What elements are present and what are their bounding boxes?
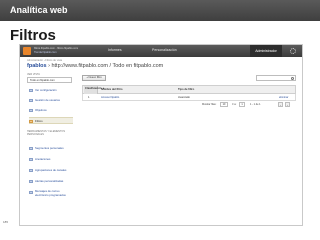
users-icon bbox=[29, 99, 33, 102]
rows-per-page-label: Mostrar filas: bbox=[202, 103, 217, 106]
row-rank: 1 bbox=[88, 96, 90, 99]
goto-input[interactable]: 1 bbox=[239, 102, 245, 107]
channels-icon bbox=[29, 169, 33, 172]
goal-flag-icon bbox=[29, 109, 33, 112]
search-icon bbox=[291, 76, 294, 80]
sidebar-section-view: Ver vista bbox=[27, 73, 40, 76]
sidebar-item-user-management[interactable]: Gestión de usuarios bbox=[29, 97, 73, 104]
annotation-icon bbox=[29, 158, 33, 161]
prev-page-icon[interactable]: ‹ bbox=[278, 102, 283, 107]
row-filter-type: Avanzado bbox=[178, 96, 190, 99]
page-range: 1 - 1 de 1 bbox=[250, 103, 261, 106]
sidebar-item-label: Filtros bbox=[35, 119, 43, 123]
analytics-screenshot: filtros.fitpablo.com - filtros.fitpablo.… bbox=[19, 44, 303, 226]
row-filter-name-link[interactable]: Acceso fitpablo bbox=[101, 96, 119, 99]
goto-label: Ir a: bbox=[232, 103, 237, 106]
filters-panel: + Nuevo filtro Clasificación ▲ Nombre de… bbox=[80, 75, 298, 225]
view-select[interactable]: Todo en fitpablo.com bbox=[27, 77, 72, 83]
new-filter-button[interactable]: + Nuevo filtro bbox=[82, 75, 106, 81]
settings-icon bbox=[29, 89, 33, 92]
sidebar-item-label: Alertas personalizadas bbox=[35, 179, 64, 183]
table-row: 1 Acceso fitpablo Avanzado eliminar bbox=[82, 94, 296, 101]
top-nav-bar: filtros.fitpablo.com - filtros.fitpablo.… bbox=[20, 45, 302, 57]
slide-number: 185 bbox=[3, 220, 9, 224]
sidebar-item-label: Segmentos personales bbox=[35, 146, 64, 150]
alert-icon bbox=[29, 180, 33, 183]
sidebar-item-label: Gestión de usuarios bbox=[35, 98, 60, 102]
sidebar-item-label: Mensajes de correo electrónico programad… bbox=[35, 189, 66, 197]
rows-per-page-select[interactable]: 10 bbox=[220, 102, 228, 107]
nav-admin[interactable]: Administrador bbox=[250, 45, 282, 57]
page-title-view: › http://www.fitpablo.com / Todo en fitp… bbox=[46, 63, 164, 69]
next-page-icon[interactable]: › bbox=[285, 102, 290, 107]
sidebar-item-custom-alerts[interactable]: Alertas personalizadas bbox=[29, 178, 73, 185]
sidebar-item-view-settings[interactable]: Ver configuración bbox=[29, 87, 73, 94]
sidebar-item-segments[interactable]: Segmentos personales bbox=[29, 145, 73, 152]
filter-icon bbox=[29, 120, 33, 123]
sidebar-item-label: Objetivos bbox=[35, 108, 47, 112]
pagination: Mostrar filas: 10 Ir a: 1 1 - 1 de 1 ‹ › bbox=[82, 102, 296, 108]
slide-header-title: Analítica web bbox=[10, 5, 68, 15]
nav-customization[interactable]: Personalización bbox=[152, 48, 177, 52]
page-title-account: fpablos bbox=[27, 63, 47, 69]
gear-icon[interactable] bbox=[290, 48, 296, 54]
account-selector[interactable]: filtros.fitpablo.com - filtros.fitpablo.… bbox=[34, 47, 78, 50]
sidebar-item-label: Ver configuración bbox=[35, 88, 57, 92]
sidebar-item-label: Agrupaciones de canales bbox=[35, 168, 67, 172]
sidebar-item-annotations[interactable]: Anotaciones bbox=[29, 156, 73, 163]
page-title: fpablos › http://www.fitpablo.com / Todo… bbox=[27, 63, 163, 69]
analytics-logo-icon bbox=[23, 47, 31, 55]
column-filter-type[interactable]: Tipo de filtro bbox=[178, 88, 194, 91]
row-delete-link[interactable]: eliminar bbox=[279, 96, 288, 99]
segments-icon bbox=[29, 147, 33, 150]
column-filter-name[interactable]: Nombre del filtro bbox=[101, 88, 123, 91]
sidebar-item-scheduled-emails[interactable]: Mensajes de correo electrónico programad… bbox=[29, 189, 73, 198]
breadcrumb: Administrador › Filtros de vista bbox=[27, 59, 63, 62]
sidebar-item-channel-groupings[interactable]: Agrupaciones de canales bbox=[29, 167, 73, 174]
slide-header-bar: Analítica web bbox=[0, 0, 320, 21]
nav-reporting[interactable]: Informes bbox=[108, 48, 122, 52]
slide-heading: Filtros bbox=[10, 27, 56, 44]
email-icon bbox=[29, 191, 33, 194]
table-header: Clasificación ▲ Nombre del filtro Tipo d… bbox=[82, 85, 296, 95]
sidebar-section-personal: Herramientas y elementos personales bbox=[27, 130, 66, 136]
admin-sidebar: Ver vista Todo en fitpablo.com Ver confi… bbox=[26, 73, 74, 223]
property-name: Tienda fitpablo.com bbox=[34, 51, 57, 54]
search-input[interactable] bbox=[256, 75, 296, 81]
sidebar-item-goals[interactable]: Objetivos bbox=[29, 107, 73, 114]
sidebar-item-filters[interactable]: Filtros bbox=[29, 117, 73, 124]
sidebar-item-label: Anotaciones bbox=[35, 157, 51, 161]
